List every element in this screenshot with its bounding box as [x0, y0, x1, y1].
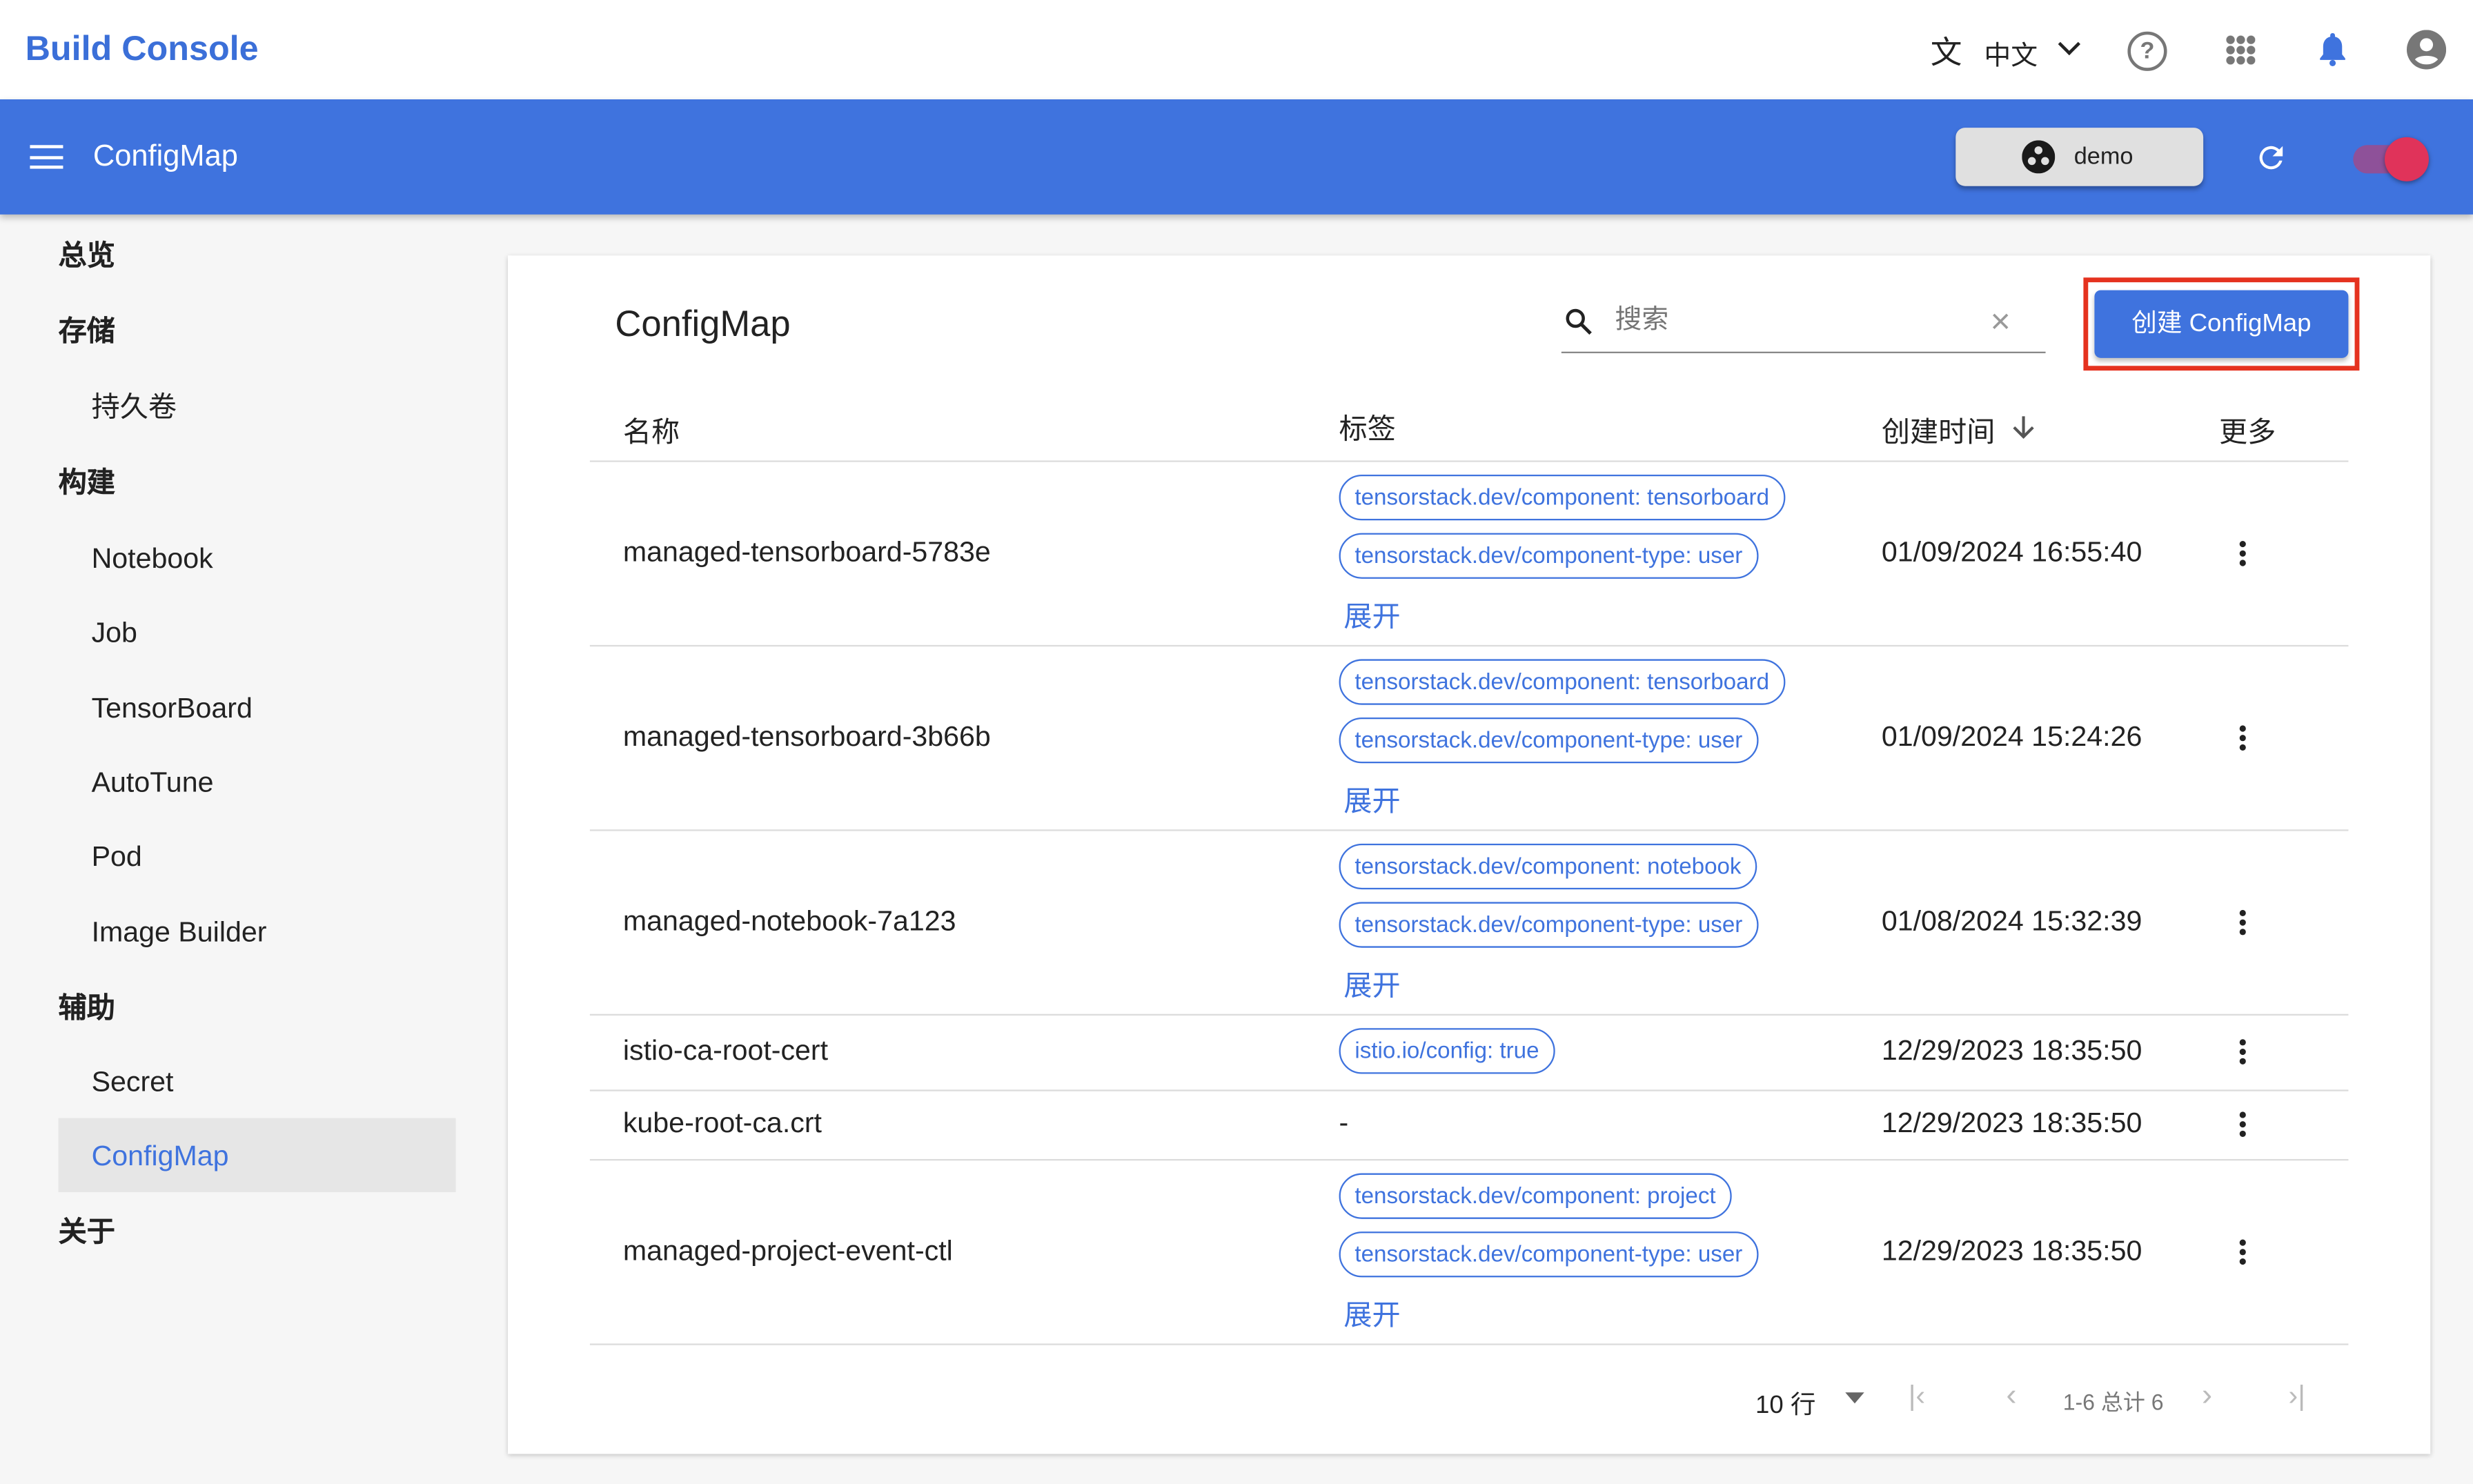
expand-labels-link[interactable]: 展开	[1343, 595, 1400, 635]
sidebar-item-secret[interactable]: Secret	[92, 1063, 174, 1101]
notification-bell-icon[interactable]	[2315, 30, 2349, 68]
sidebar-item-image-builder[interactable]: Image Builder	[92, 913, 267, 951]
sort-down-arrow-icon[interactable]	[2009, 413, 2038, 442]
sidebar-item-configmap[interactable]: ConfigMap	[92, 1137, 229, 1175]
row-divider	[589, 1158, 2349, 1161]
row-created-time: 01/09/2024 15:24:26	[1881, 720, 2142, 752]
row-divider	[589, 1343, 2349, 1345]
help-icon[interactable]: ?	[2127, 31, 2167, 71]
row-divider	[589, 644, 2349, 647]
sidebar-item-辅助[interactable]: 辅助	[59, 989, 115, 1027]
row-created-time: 01/09/2024 16:55:40	[1881, 535, 2142, 567]
sidebar-item-notebook[interactable]: Notebook	[92, 540, 213, 577]
sidebar-item-autotune[interactable]: AutoTune	[92, 763, 214, 801]
refresh-icon[interactable]	[2254, 140, 2288, 175]
apps-grid-icon[interactable]	[2225, 34, 2256, 65]
expand-labels-link[interactable]: 展开	[1343, 964, 1400, 1005]
label-chip: tensorstack.dev/component-type: user	[1339, 902, 1759, 948]
label-chip: tensorstack.dev/component-type: user	[1339, 1231, 1759, 1278]
column-header-labels: 标签	[1339, 413, 1396, 445]
row-divider	[589, 1089, 2349, 1091]
namespace-button[interactable]: demo	[1955, 128, 2204, 186]
menu-icon[interactable]	[30, 145, 63, 169]
account-avatar-icon[interactable]	[2406, 30, 2447, 70]
next-page-icon[interactable]: ›	[2202, 1378, 2212, 1415]
label-chip: tensorstack.dev/component-type: user	[1339, 717, 1759, 764]
search-field[interactable]: ×	[1561, 293, 2046, 353]
row-name[interactable]: istio-ca-root-cert	[623, 1034, 828, 1067]
first-page-icon[interactable]: |‹	[1909, 1380, 1925, 1413]
translate-icon[interactable]: 文	[1926, 28, 1967, 70]
app-bar-title: ConfigMap	[92, 140, 238, 174]
sidebar-item-持久卷[interactable]: 持久卷	[92, 388, 177, 426]
expand-labels-link[interactable]: 展开	[1343, 1293, 1400, 1334]
label-chip: istio.io/config: true	[1339, 1028, 1555, 1074]
search-icon	[1566, 308, 1592, 335]
expand-labels-link[interactable]: 展开	[1343, 779, 1400, 820]
label-chip: tensorstack.dev/component: tensorboard	[1339, 474, 1785, 521]
sidebar-item-tensorboard[interactable]: TensorBoard	[92, 689, 253, 727]
more-actions-icon[interactable]	[2238, 1236, 2247, 1267]
row-divider	[589, 829, 2349, 831]
column-header-name: 名称	[622, 416, 680, 448]
sidebar-item-构建[interactable]: 构建	[59, 464, 115, 502]
theme-toggle[interactable]	[2353, 137, 2429, 181]
row-created-time: 12/29/2023 18:35:50	[1881, 1034, 2142, 1067]
prev-page-icon[interactable]: ‹	[2006, 1378, 2016, 1415]
row-created-time: 12/29/2023 18:35:50	[1881, 1234, 2142, 1266]
column-header-created[interactable]: 创建时间	[1882, 410, 1996, 451]
more-actions-icon[interactable]	[2238, 1109, 2247, 1140]
sidebar-item-存储[interactable]: 存储	[59, 313, 115, 350]
rows-per-page-dropdown-icon[interactable]	[1845, 1392, 1864, 1404]
label-chip: tensorstack.dev/component: tensorboard	[1339, 659, 1785, 705]
search-input[interactable]	[1611, 302, 1981, 338]
header-divider	[589, 460, 2349, 462]
app-title[interactable]: Build Console	[26, 28, 259, 69]
namespace-label: demo	[2073, 143, 2134, 170]
sidebar-item-总览[interactable]: 总览	[59, 237, 115, 275]
label-chip: tensorstack.dev/component: project	[1339, 1173, 1732, 1219]
row-name[interactable]: managed-notebook-7a123	[623, 904, 956, 938]
rows-per-page[interactable]: 10 行	[1755, 1383, 1815, 1421]
create-configmap-button[interactable]: 创建 ConfigMap	[2094, 290, 2349, 358]
labels-empty: -	[1339, 1107, 1349, 1139]
row-created-time: 01/08/2024 15:32:39	[1881, 904, 2142, 936]
last-page-icon[interactable]: ›|	[2289, 1380, 2305, 1413]
more-actions-icon[interactable]	[2238, 537, 2247, 568]
namespace-icon	[2022, 140, 2056, 174]
row-name[interactable]: managed-project-event-ctl	[623, 1234, 953, 1267]
clear-icon[interactable]: ×	[1991, 301, 2011, 342]
top-bar	[0, 0, 2473, 99]
row-name[interactable]: managed-tensorboard-3b66b	[623, 720, 991, 753]
sidebar-item-pod[interactable]: Pod	[92, 838, 142, 875]
toggle-thumb	[2384, 137, 2429, 181]
label-chip: tensorstack.dev/component-type: user	[1339, 533, 1759, 579]
row-created-time: 12/29/2023 18:35:50	[1881, 1107, 2142, 1139]
row-name[interactable]: kube-root-ca.crt	[623, 1107, 822, 1140]
sidebar-item-job[interactable]: Job	[92, 613, 137, 651]
more-actions-icon[interactable]	[2238, 1036, 2247, 1068]
label-chip: tensorstack.dev/component: notebook	[1339, 843, 1757, 890]
more-actions-icon[interactable]	[2238, 722, 2247, 753]
row-divider	[589, 1013, 2349, 1016]
column-header-more: 更多	[2218, 416, 2276, 448]
page-title: ConfigMap	[615, 302, 791, 344]
more-actions-icon[interactable]	[2238, 906, 2247, 938]
page-range: 1-6 总计 6	[2062, 1389, 2164, 1415]
row-name[interactable]: managed-tensorboard-5783e	[623, 535, 991, 568]
language-selector[interactable]: 中文	[1984, 33, 2038, 72]
sidebar-item-关于[interactable]: 关于	[59, 1213, 115, 1251]
